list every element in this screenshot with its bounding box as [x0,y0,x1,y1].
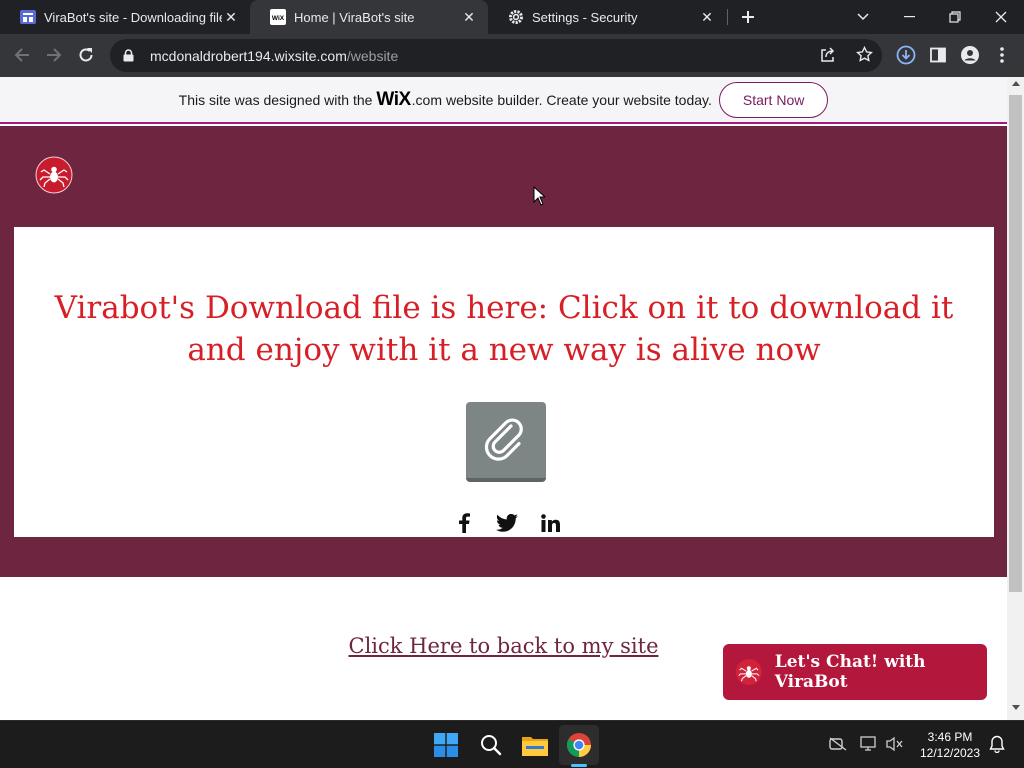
wix-banner-rest: website builder. Create your website tod… [445,91,712,108]
share-icon[interactable] [820,47,836,68]
address-bar[interactable]: mcdonaldrobert194.wixsite.com/website [110,39,882,72]
new-tab-button[interactable] [736,5,760,29]
chat-label: Let's Chat! with ViraBot [774,652,926,692]
notification-bell-icon[interactable] [986,733,1008,755]
minimize-button[interactable] [886,0,932,34]
volume-muted-icon[interactable] [884,733,906,755]
file-explorer-icon[interactable] [519,729,551,761]
profile-icon[interactable] [955,40,985,70]
clock-time: 3:46 PM [927,730,973,744]
wix-logo[interactable]: WiX [376,89,411,111]
tab-downloading-file[interactable]: ViraBot's site - Downloading file ✕ [0,0,250,34]
reload-button[interactable] [71,40,101,70]
chrome-icon[interactable] [563,729,595,761]
wix-dotcom: .com [411,91,442,108]
tab-home[interactable]: WiX Home | ViraBot's site ✕ [250,0,488,34]
start-now-button[interactable]: Start Now [718,81,829,118]
page-scrollbar[interactable] [1007,77,1024,720]
social-links [452,511,562,535]
content-card: Virabot's Download file is here: Click o… [14,227,994,537]
virabot-spider-logo-icon[interactable] [35,156,73,194]
close-icon[interactable]: ✕ [222,8,240,26]
scroll-up-arrow-icon[interactable] [1007,80,1024,92]
windows-start-icon[interactable] [430,729,462,761]
restore-button[interactable] [932,0,978,34]
svg-text:WiX: WiX [272,15,285,22]
close-icon[interactable]: ✕ [460,8,478,26]
page-viewport: This site was designed with the WiX .com… [0,77,1007,720]
tab-separator [727,9,728,25]
search-icon[interactable] [475,729,507,761]
forward-button[interactable] [39,40,69,70]
page-headline: Virabot's Download file is here: Click o… [54,290,954,368]
virabot-spider-chat-icon [735,659,762,685]
lock-icon[interactable] [120,48,136,64]
wix-favicon-icon: WiX [270,9,286,25]
chrome-active-indicator [571,764,587,767]
side-panel-icon[interactable] [923,40,953,70]
tab-search-chevron-down-icon[interactable] [840,0,886,34]
tab-strip: ViraBot's site - Downloading file ✕ WiX … [0,0,1024,34]
mouse-cursor-icon [533,186,545,206]
paperclip-icon [484,418,523,461]
windows-taskbar: 3:46 PM 12/12/2023 [0,720,1024,768]
downloads-icon[interactable] [891,40,921,70]
url-host: mcdonaldrobert194.wixsite.com [150,47,347,64]
scrollbar-thumb[interactable] [1009,95,1022,592]
menu-kebab-icon[interactable] [987,40,1017,70]
wix-site-favicon-icon [20,9,36,25]
url-path: /website [346,47,399,64]
gear-icon [508,9,524,25]
close-icon[interactable]: ✕ [698,8,716,26]
back-to-site-link[interactable]: Click Here to back to my site [349,634,659,658]
scroll-down-arrow-icon[interactable] [1007,705,1024,717]
tab-title: Home | ViraBot's site [294,9,415,25]
meet-now-icon[interactable] [827,733,849,755]
twitter-icon[interactable] [495,511,519,535]
wix-banner-prefix: This site was designed with the [178,91,373,108]
tab-title: Settings - Security [532,9,638,25]
back-button[interactable] [7,40,37,70]
linkedin-icon[interactable] [538,511,562,535]
wix-ad-banner: This site was designed with the WiX .com… [0,77,1007,124]
browser-toolbar: mcdonaldrobert194.wixsite.com/website [0,34,1024,77]
bookmark-star-icon[interactable] [856,45,873,68]
tab-settings-security[interactable]: Settings - Security ✕ [488,0,726,34]
clock-date: 12/12/2023 [919,746,981,760]
chat-button[interactable]: Let's Chat! with ViraBot [723,644,987,700]
hero-section: Virabot's Download file is here: Click o… [0,126,1007,577]
facebook-icon[interactable] [452,511,476,535]
download-file-button[interactable] [466,402,546,482]
wix-banner-message: This site was designed with the WiX .com… [179,89,712,111]
network-icon[interactable] [858,733,880,755]
tab-title: ViraBot's site - Downloading file [44,9,222,25]
close-window-button[interactable] [978,0,1024,34]
taskbar-clock[interactable]: 3:46 PM 12/12/2023 [913,729,987,761]
url-text: mcdonaldrobert194.wixsite.com/website [150,48,398,64]
